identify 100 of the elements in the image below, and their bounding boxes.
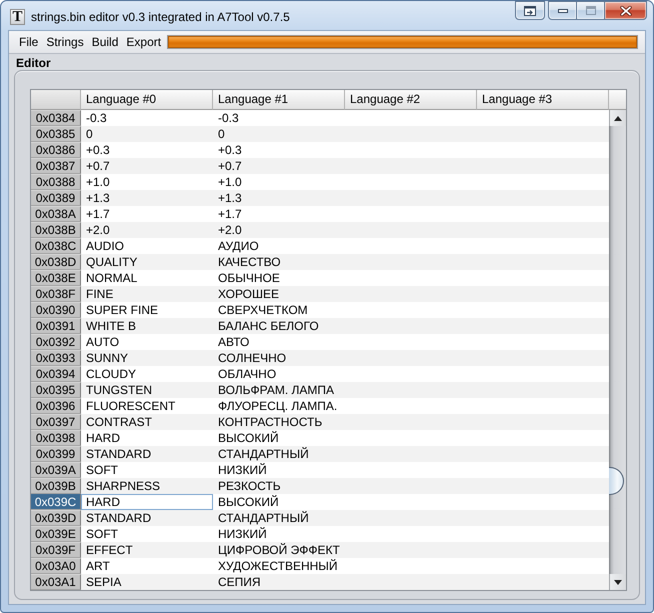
table-cell-text: STANDARD [85, 446, 152, 462]
table-cell-text: КАЧЕСТВО [217, 254, 282, 270]
table-cell-text: ОБЫЧНОЕ [217, 270, 281, 286]
minimize-button[interactable] [548, 1, 577, 20]
column-header[interactable]: Language #3 [477, 90, 609, 110]
table-cell-text: ОБЛАЧНО [217, 366, 278, 382]
row-header[interactable]: 0x0391 [31, 318, 81, 334]
table-cell-text: SHARPNESS [85, 478, 162, 494]
table-cell-text: СТАНДАРТНЫЙ [217, 510, 310, 526]
table-corner [31, 90, 81, 110]
table-cell-text: FINE [85, 286, 114, 302]
table-cell-text: НИЗКИЙ [217, 462, 268, 478]
menu-item[interactable]: File [15, 34, 42, 50]
row-header[interactable]: 0x0389 [31, 190, 81, 206]
table-cell-text: SUPER FINE [85, 302, 160, 318]
table-cell-text: +0.3 [85, 142, 111, 158]
row-header[interactable]: 0x0385 [31, 126, 81, 142]
menu-item[interactable]: Strings [42, 34, 88, 50]
table-cell-text: ART [85, 558, 111, 574]
table-cell-text: ВЫСОКИЙ [217, 494, 280, 510]
row-header[interactable]: 0x038C [31, 238, 81, 254]
titlebar-button[interactable] [515, 1, 545, 20]
row-header[interactable]: 0x03A1 [31, 574, 81, 590]
row-header[interactable]: 0x038E [31, 270, 81, 286]
row-header[interactable]: 0x038B [31, 222, 81, 238]
row-header[interactable]: 0x0384 [31, 110, 81, 126]
table-cell-text: +1.3 [217, 190, 243, 206]
row-header[interactable]: 0x0388 [31, 174, 81, 190]
row-header[interactable]: 0x039E [31, 526, 81, 542]
table-cell: HARD [81, 494, 213, 510]
table-cell-text: STANDARD [85, 510, 152, 526]
scroll-down-button[interactable] [609, 574, 626, 590]
table-cell-text: АВТО [217, 334, 250, 350]
scroll-up-button[interactable] [609, 110, 626, 126]
table-cell-text: 0 [217, 126, 226, 142]
table-cell-text: CONTRAST [85, 414, 153, 430]
row-header[interactable]: 0x0392 [31, 334, 81, 350]
table-cell-text: SEPIA [85, 574, 122, 590]
table-cell-text: SOFT [85, 526, 119, 542]
table-cell-text: -0.3 [85, 110, 108, 126]
caret-down-icon [614, 580, 622, 584]
row-header[interactable]: 0x0386 [31, 142, 81, 158]
table-cell-text: +1.7 [217, 206, 243, 222]
table-cell-text: CLOUDY [85, 366, 138, 382]
table-cell-text: EFFECT [85, 542, 134, 558]
row-header[interactable]: 0x0390 [31, 302, 81, 318]
row-header[interactable]: 0x0397 [31, 414, 81, 430]
row-header[interactable]: 0x038D [31, 254, 81, 270]
table-cell-text: AUTO [85, 334, 120, 350]
row-header[interactable]: 0x038F [31, 286, 81, 302]
row-header[interactable]: 0x039B [31, 478, 81, 494]
table-cell-text: ХУДОЖЕСТВЕННЫЙ [217, 558, 339, 574]
row-header[interactable]: 0x0387 [31, 158, 81, 174]
menu-item[interactable]: Export [122, 34, 166, 50]
table-corner [609, 90, 626, 110]
table-cell-text: +1.3 [85, 190, 111, 206]
row-header[interactable]: 0x039A [31, 462, 81, 478]
table-cell-text: WHITE B [85, 318, 137, 334]
table-cell-text: СЕПИЯ [217, 574, 262, 590]
column-header[interactable]: Language #1 [213, 90, 345, 110]
row-header[interactable]: 0x0398 [31, 430, 81, 446]
close-icon [620, 6, 632, 16]
row-header[interactable]: 0x039D [31, 510, 81, 526]
table-cell-text: SOFT [85, 462, 119, 478]
table-cell-text: -0.3 [217, 110, 240, 126]
table-cell-text: РЕЗКОСТЬ [217, 478, 282, 494]
row-header[interactable]: 0x0393 [31, 350, 81, 366]
table-cell-text: SUNNY [85, 350, 130, 366]
table-cell-text: +2.0 [85, 222, 111, 238]
table-cell-text: +1.0 [85, 174, 111, 190]
row-header[interactable]: 0x0394 [31, 366, 81, 382]
column-header[interactable]: Language #2 [345, 90, 477, 110]
table-cell-text: +1.7 [85, 206, 111, 222]
table-cell-text: СВЕРХЧЕТКОМ [217, 302, 309, 318]
table-cell-text: +0.7 [217, 158, 243, 174]
row-header[interactable]: 0x03A0 [31, 558, 81, 574]
row-header[interactable]: 0x0395 [31, 382, 81, 398]
table-cell-text: QUALITY [85, 254, 138, 270]
table-cell-text: +0.3 [217, 142, 243, 158]
minimize-icon [558, 8, 568, 12]
row-header[interactable]: 0x039C [31, 494, 81, 510]
row-header[interactable]: 0x039F [31, 542, 81, 558]
table-cell-text: СОЛНЕЧНО [217, 350, 288, 366]
table-cell-text: AUDIO [85, 238, 126, 254]
table-cell-text: NORMAL [85, 270, 138, 286]
menu-item[interactable]: Build [88, 34, 122, 50]
close-button[interactable] [605, 1, 647, 20]
scrollbar-thumb[interactable] [609, 467, 624, 495]
column-header[interactable]: Language #0 [81, 90, 213, 110]
table-cell-text: БАЛАНС БЕЛОГО [217, 318, 320, 334]
row-header[interactable]: 0x0396 [31, 398, 81, 414]
row-header[interactable]: 0x038A [31, 206, 81, 222]
table-cell-text: +1.0 [217, 174, 243, 190]
app-icon: T [10, 9, 25, 25]
table-cell-text: ФЛУОРЕСЦ. ЛАМПА. [217, 398, 338, 414]
row-header[interactable]: 0x0399 [31, 446, 81, 462]
table-cell-text: TUNGSTEN [85, 382, 153, 398]
window-title: strings.bin editor v0.3 integrated in A7Tool v0.7.5 [31, 10, 290, 25]
table-cell-text: СТАНДАРТНЫЙ [217, 446, 310, 462]
table-cell-text: 0 [85, 126, 94, 142]
